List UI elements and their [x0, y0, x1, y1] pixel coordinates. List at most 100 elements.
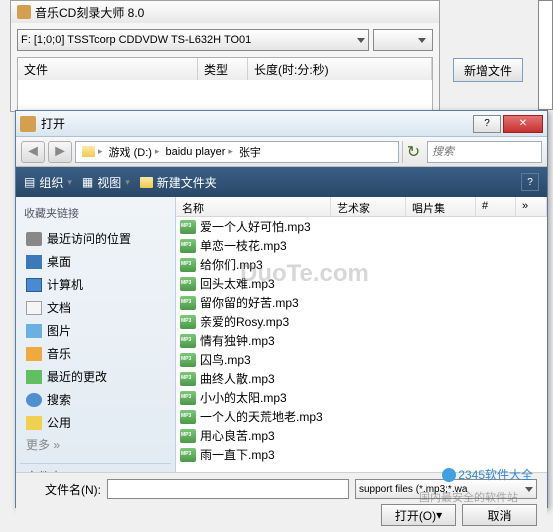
close-button[interactable]: ✕ — [503, 115, 543, 133]
dialog-icon — [20, 116, 36, 132]
file-name: 亲爱的Rosy.mp3 — [200, 313, 289, 330]
sidebar-header: 收藏夹链接 — [20, 203, 171, 227]
sidebar-item-icon — [26, 416, 42, 430]
device-dropdown[interactable]: F: [1;0;0] TSSTcorp CDDVDW TS-L632H TO01 — [17, 29, 369, 51]
file-list-header: 名称 艺术家 唱片集 # » — [176, 197, 547, 217]
mp3-icon — [180, 239, 196, 253]
breadcrumb[interactable]: ▸ 游戏 (D:) ▸ baidu player ▸ 张宇 — [75, 141, 399, 163]
col-extra[interactable]: » — [516, 197, 547, 216]
mp3-icon — [180, 372, 196, 386]
toolbar-help-button[interactable]: ? — [521, 173, 539, 191]
views-icon: ▦ — [82, 175, 93, 189]
file-row[interactable]: 回头太难.mp3 — [176, 274, 547, 293]
file-open-dialog: 打开 ? ✕ ◄ ► ▸ 游戏 (D:) ▸ baidu player ▸ 张宇… — [15, 110, 548, 508]
dialog-footer: 文件名(N): support files (*.mp3;*.wa 打开(O) … — [16, 472, 547, 532]
file-name: 曲终人散.mp3 — [200, 370, 275, 387]
file-row[interactable]: 曲终人散.mp3 — [176, 369, 547, 388]
col-file[interactable]: 文件 — [18, 58, 198, 80]
cancel-button[interactable]: 取消 — [462, 504, 537, 526]
track-list: 文件 类型 长度(时:分:秒) — [17, 57, 433, 111]
file-name: 爱一个人好可怕.mp3 — [200, 218, 311, 235]
right-panel-edge — [538, 0, 553, 110]
file-row[interactable]: 雨一直下.mp3 — [176, 445, 547, 464]
mp3-icon — [180, 220, 196, 234]
breadcrumb-drive[interactable]: 游戏 (D:) ▸ — [106, 144, 163, 160]
file-list[interactable]: 爱一个人好可怕.mp3 单恋一枝花.mp3 给你们.mp3 回头太难.mp3留你留的好… — [176, 217, 547, 472]
filter-dropdown[interactable]: support files (*.mp3;*.wa — [355, 479, 537, 499]
file-row[interactable]: 情有独钟.mp3 — [176, 331, 547, 350]
sidebar-item-label: 文档 — [47, 299, 71, 316]
breadcrumb-folder1[interactable]: baidu player ▸ — [162, 146, 235, 158]
file-row[interactable]: 小小的太阳.mp3 — [176, 388, 547, 407]
file-name: 情有独钟.mp3 — [200, 332, 275, 349]
col-album[interactable]: 唱片集 — [406, 197, 476, 216]
file-row[interactable]: 单恋一枝花.mp3 — [176, 236, 547, 255]
sidebar-item[interactable]: 最近的更改 — [20, 365, 171, 388]
col-artist[interactable]: 艺术家 — [331, 197, 406, 216]
file-row[interactable]: 用心良苦.mp3 — [176, 426, 547, 445]
file-name: 一个人的天荒地老.mp3 — [200, 408, 323, 425]
search-input[interactable] — [427, 141, 542, 163]
file-row[interactable]: 囚鸟.mp3 — [176, 350, 547, 369]
sidebar-item-label: 音乐 — [47, 345, 71, 362]
new-file-button[interactable]: 新增文件 — [453, 58, 523, 82]
sidebar-item-icon — [26, 255, 42, 269]
col-num[interactable]: # — [476, 197, 516, 216]
file-row[interactable]: 留你留的好苦.mp3 — [176, 293, 547, 312]
filename-label: 文件名(N): — [26, 481, 101, 498]
organize-button[interactable]: ▤ 组织 ▾ — [24, 174, 72, 191]
sidebar-item-icon — [26, 370, 42, 384]
app-icon — [17, 5, 31, 19]
refresh-button[interactable]: ↻ — [402, 141, 424, 163]
sidebar-item-icon — [26, 347, 42, 361]
sidebar-item[interactable]: 文档 — [20, 296, 171, 319]
sidebar-item-label: 桌面 — [47, 253, 71, 270]
help-button[interactable]: ? — [473, 115, 501, 133]
file-name: 回头太难.mp3 — [200, 275, 275, 292]
file-name: 用心良苦.mp3 — [200, 427, 275, 444]
mp3-icon — [180, 391, 196, 405]
sidebar-item[interactable]: 搜索 — [20, 388, 171, 411]
file-row[interactable]: 一个人的天荒地老.mp3 — [176, 407, 547, 426]
file-row[interactable]: 给你们.mp3 — [176, 255, 547, 274]
secondary-dropdown[interactable] — [373, 29, 433, 51]
window-title: 音乐CD刻录大师 8.0 — [35, 4, 144, 21]
breadcrumb-folder2[interactable]: 张宇 — [236, 144, 264, 160]
new-folder-button[interactable]: 新建文件夹 — [140, 174, 217, 191]
track-list-header: 文件 类型 长度(时:分:秒) — [18, 58, 432, 80]
sidebar-item[interactable]: 桌面 — [20, 250, 171, 273]
file-name: 小小的太阳.mp3 — [200, 389, 287, 406]
mp3-icon — [180, 258, 196, 272]
cd-burner-window: 音乐CD刻录大师 8.0 F: [1;0;0] TSSTcorp CDDVDW … — [10, 0, 440, 112]
chevron-down-icon — [525, 487, 533, 492]
sidebar-item-icon — [26, 232, 42, 246]
file-row[interactable]: 爱一个人好可怕.mp3 — [176, 217, 547, 236]
col-name[interactable]: 名称 — [176, 197, 331, 216]
col-type[interactable]: 类型 — [198, 58, 248, 80]
sidebar-item[interactable]: 计算机 — [20, 273, 171, 296]
sidebar-item[interactable]: 最近访问的位置 — [20, 227, 171, 250]
sidebar-folders[interactable]: 文件夹ˆ — [20, 463, 171, 472]
sidebar-item[interactable]: 公用 — [20, 411, 171, 434]
views-button[interactable]: ▦ 视图 ▾ — [82, 174, 130, 191]
filename-input[interactable] — [107, 479, 349, 499]
file-row[interactable]: 亲爱的Rosy.mp3 — [176, 312, 547, 331]
sidebar-more[interactable]: 更多 » — [20, 434, 171, 455]
file-name: 给你们.mp3 — [200, 256, 263, 273]
organize-icon: ▤ — [24, 175, 35, 189]
forward-button[interactable]: ► — [48, 141, 72, 163]
sidebar-item[interactable]: 图片 — [20, 319, 171, 342]
sidebar-item-icon — [26, 324, 42, 338]
back-button[interactable]: ◄ — [21, 141, 45, 163]
sidebar-item-label: 计算机 — [47, 276, 83, 293]
mp3-icon — [180, 296, 196, 310]
sidebar-item[interactable]: 音乐 — [20, 342, 171, 365]
file-name: 单恋一枝花.mp3 — [200, 237, 287, 254]
col-length[interactable]: 长度(时:分:秒) — [248, 58, 432, 80]
dialog-title: 打开 — [41, 115, 473, 132]
open-button[interactable]: 打开(O) ▾ — [381, 504, 456, 526]
dialog-titlebar[interactable]: 打开 ? ✕ — [16, 111, 547, 137]
main-toolbar: F: [1;0;0] TSSTcorp CDDVDW TS-L632H TO01 — [11, 23, 439, 57]
sidebar: 收藏夹链接 最近访问的位置桌面计算机文档图片音乐最近的更改搜索公用 更多 » 文… — [16, 197, 176, 472]
sidebar-item-label: 公用 — [47, 414, 71, 431]
